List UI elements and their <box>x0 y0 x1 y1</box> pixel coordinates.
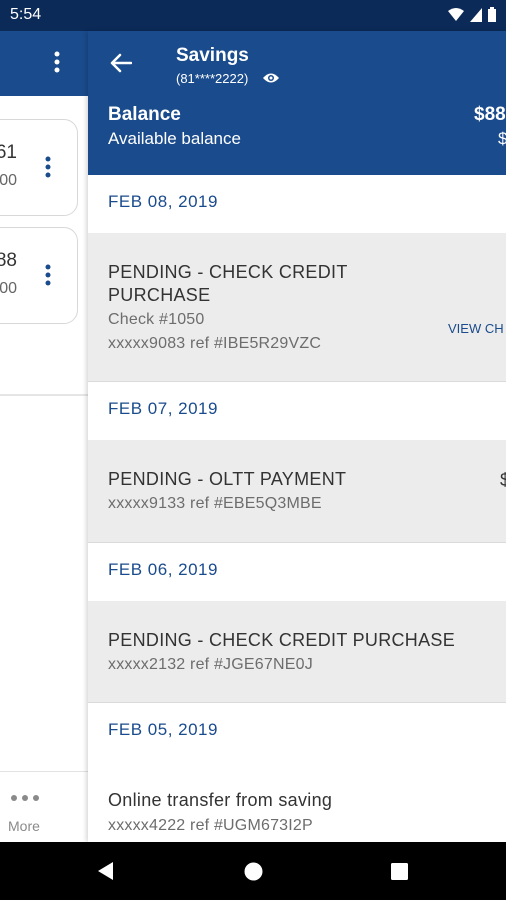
accounts-panel: 61 00 88 00 More <box>0 31 88 842</box>
more-icon[interactable] <box>10 794 40 802</box>
transaction-title: PENDING - OLTT PAYMENT <box>108 469 347 489</box>
status-bar: 5:54 <box>0 0 506 31</box>
balance-label: Balance <box>108 104 181 125</box>
date-label: FEB 05, 2019 <box>108 720 218 739</box>
account-card-available: 00 <box>0 280 17 297</box>
account-card-amount: 61 <box>0 142 17 163</box>
transaction-ref: xxxxx2132 ref #JGE67NE0J <box>108 656 313 673</box>
home-icon[interactable] <box>244 862 263 881</box>
divider <box>0 394 88 396</box>
account-detail-panel: Savings (81****2222) Balance Available b… <box>88 31 506 842</box>
card-menu-icon[interactable] <box>44 264 52 286</box>
status-icons <box>448 7 496 22</box>
transaction-row[interactable]: PENDING - CHECK CREDIT PURCHASE Check #1… <box>88 233 506 382</box>
date-header: FEB 06, 2019 <box>88 543 506 601</box>
card-menu-icon[interactable] <box>44 156 52 178</box>
available-balance-label: Available balance <box>108 129 241 148</box>
transaction-title-cont: PURCHASE <box>108 285 211 305</box>
date-label: FEB 07, 2019 <box>108 399 218 418</box>
view-check-link[interactable]: VIEW CH <box>448 321 504 336</box>
check-number: Check #1050 <box>108 311 205 328</box>
signal-icon <box>470 7 482 22</box>
bottom-nav: More <box>0 771 88 842</box>
transaction-ref: xxxxx9133 ref #EBE5Q3MBE <box>108 495 322 512</box>
back-icon[interactable] <box>96 861 114 881</box>
status-time: 5:54 <box>10 6 42 23</box>
transaction-title: PENDING - CHECK CREDIT <box>108 262 348 282</box>
transaction-title: Online transfer from saving <box>108 790 333 810</box>
back-arrow-icon[interactable] <box>110 53 132 73</box>
account-title: Savings <box>176 45 249 66</box>
account-card[interactable]: 61 00 <box>0 119 78 216</box>
account-header: Savings (81****2222) Balance Available b… <box>88 31 506 175</box>
transaction-ref: xxxxx9083 ref #IBE5R29VZC <box>108 335 322 352</box>
transaction-row[interactable]: Online transfer from saving xxxxx4222 re… <box>88 761 506 842</box>
date-header: FEB 08, 2019 <box>88 175 506 233</box>
overflow-menu-icon[interactable] <box>53 51 61 73</box>
account-card-available: 00 <box>0 172 17 189</box>
account-card[interactable]: 88 00 <box>0 227 78 324</box>
transaction-row[interactable]: PENDING - CHECK CREDIT PURCHASE xxxxx213… <box>88 601 506 703</box>
date-header: FEB 05, 2019 <box>88 703 506 761</box>
wifi-icon <box>448 7 464 21</box>
date-header: FEB 07, 2019 <box>88 382 506 440</box>
date-label: FEB 08, 2019 <box>108 192 218 211</box>
accounts-header <box>0 31 88 96</box>
transaction-amount: $ <box>500 470 506 490</box>
available-balance-amount: $ <box>498 129 506 148</box>
more-label[interactable]: More <box>8 818 40 834</box>
recents-icon[interactable] <box>391 863 408 880</box>
transaction-row[interactable]: PENDING - OLTT PAYMENT xxxxx9133 ref #EB… <box>88 440 506 543</box>
balance-amount: $88 <box>474 104 506 125</box>
account-number: (81****2222) <box>176 71 249 86</box>
account-card-amount: 88 <box>0 250 17 271</box>
system-nav-bar <box>0 842 506 900</box>
eye-icon[interactable] <box>262 71 280 85</box>
date-label: FEB 06, 2019 <box>108 560 218 579</box>
transaction-title: PENDING - CHECK CREDIT PURCHASE <box>108 630 456 650</box>
battery-icon <box>488 7 496 22</box>
transaction-ref: xxxxx4222 ref #UGM673I2P <box>108 817 313 834</box>
